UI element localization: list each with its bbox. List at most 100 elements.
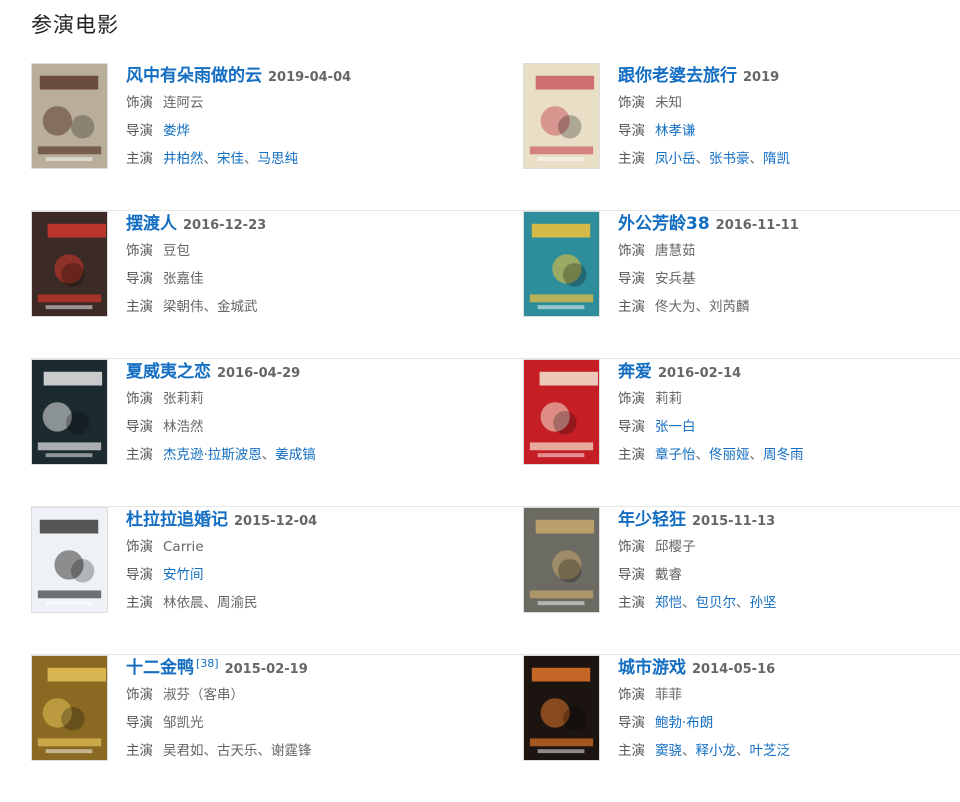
separator: 、 bbox=[695, 299, 710, 315]
role-label: 饰演 bbox=[618, 539, 645, 555]
movie-poster[interactable] bbox=[523, 63, 600, 169]
star-name-link[interactable]: 井柏然 bbox=[163, 151, 204, 167]
movie-title-link[interactable]: 夏威夷之恋 bbox=[126, 362, 211, 382]
star-name-link[interactable]: 张书豪 bbox=[709, 151, 750, 167]
director-label: 导演 bbox=[618, 715, 645, 731]
star-name-link[interactable]: 隋凯 bbox=[763, 151, 790, 167]
movie-title-link[interactable]: 摆渡人 bbox=[126, 214, 177, 234]
star-name: 梁朝伟 bbox=[163, 299, 204, 315]
role-label: 饰演 bbox=[126, 687, 153, 703]
role-value: 邱樱子 bbox=[655, 539, 696, 555]
stars-line: 主演 吴君如、古天乐、谢霆锋 bbox=[126, 737, 466, 765]
movie-title-link[interactable]: 奔爱 bbox=[618, 362, 652, 382]
movie-title-link[interactable]: 跟你老婆去旅行 bbox=[618, 66, 737, 86]
star-name-link[interactable]: 马思纯 bbox=[258, 151, 299, 167]
movie-item: 跟你老婆去旅行 2019 饰演 未知 导演 林孝谦 主演 凤小岳、张书豪、隋凯 bbox=[523, 63, 960, 173]
director-name-link[interactable]: 张一白 bbox=[655, 419, 696, 435]
movie-row: 十二金鸭 [38] 2015-02-19 饰演 淑芬（客串） 导演 邹凯光 主演 吴君如、古天乐… bbox=[31, 655, 960, 802]
director-line: 导演 邹凯光 bbox=[126, 709, 466, 737]
star-name-link[interactable]: 凤小岳 bbox=[655, 151, 696, 167]
movie-title-line: 城市游戏 2014-05-16 bbox=[618, 655, 958, 681]
stars-line: 主演 梁朝伟、金城武 bbox=[126, 293, 466, 321]
director-line: 导演 戴睿 bbox=[618, 561, 958, 589]
stars-label: 主演 bbox=[618, 595, 645, 611]
movie-title-link[interactable]: 外公芳龄38 bbox=[618, 214, 710, 234]
star-name-link[interactable]: 叶芝泛 bbox=[750, 743, 791, 759]
role-label: 饰演 bbox=[126, 95, 153, 111]
movie-poster[interactable] bbox=[523, 359, 600, 465]
citation-link[interactable]: [38] bbox=[196, 657, 219, 670]
stars-label: 主演 bbox=[618, 447, 645, 463]
movie-title-line: 夏威夷之恋 2016-04-29 bbox=[126, 359, 466, 385]
separator: 、 bbox=[682, 743, 696, 759]
role-line: 饰演 豆包 bbox=[126, 237, 466, 265]
director-name-link[interactable]: 安竹间 bbox=[163, 567, 204, 583]
movie-title-line: 跟你老婆去旅行 2019 bbox=[618, 63, 958, 89]
movie-info: 风中有朵雨做的云 2019-04-04 饰演 连阿云 导演 娄烨 主演 井柏然、宋佳、马思纯 bbox=[126, 63, 466, 173]
director-name-link[interactable]: 娄烨 bbox=[163, 123, 190, 139]
poster-image bbox=[32, 360, 107, 464]
role-line: 饰演 未知 bbox=[618, 89, 958, 117]
director-line: 导演 张嘉佳 bbox=[126, 265, 466, 293]
movie-title-link[interactable]: 风中有朵雨做的云 bbox=[126, 66, 262, 86]
star-name-link[interactable]: 宋佳 bbox=[217, 151, 244, 167]
movie-poster[interactable] bbox=[523, 655, 600, 761]
role-value: 豆包 bbox=[163, 243, 190, 259]
star-name-link[interactable]: 郑恺 bbox=[655, 595, 682, 611]
movie-title-line: 摆渡人 2016-12-23 bbox=[126, 211, 466, 237]
movie-title-line: 杜拉拉追婚记 2015-12-04 bbox=[126, 507, 466, 533]
stars-label: 主演 bbox=[618, 299, 645, 315]
role-line: 饰演 Carrie bbox=[126, 533, 466, 561]
movie-title-link[interactable]: 城市游戏 bbox=[618, 658, 686, 678]
movie-title-link[interactable]: 十二金鸭 bbox=[126, 658, 194, 678]
movie-item: 十二金鸭 [38] 2015-02-19 饰演 淑芬（客串） 导演 邹凯光 主演 吴君如、古天乐… bbox=[31, 655, 471, 765]
role-line: 饰演 连阿云 bbox=[126, 89, 466, 117]
role-label: 饰演 bbox=[126, 539, 153, 555]
movie-item: 城市游戏 2014-05-16 饰演 菲菲 导演 鲍勃·布朗 主演 窦骁、释小龙、叶芝泛 bbox=[523, 655, 960, 765]
star-name-link[interactable]: 姜成镐 bbox=[275, 447, 316, 463]
movie-title-line: 外公芳龄38 2016-11-11 bbox=[618, 211, 958, 237]
star-name-link[interactable]: 杰克逊·拉斯波恩 bbox=[163, 447, 262, 463]
star-name-link[interactable]: 窦骁 bbox=[655, 743, 682, 759]
star-name-link[interactable]: 孙坚 bbox=[750, 595, 777, 611]
movie-poster[interactable] bbox=[523, 507, 600, 613]
director-label: 导演 bbox=[618, 123, 645, 139]
separator: 、 bbox=[203, 743, 218, 759]
star-name-link[interactable]: 包贝尔 bbox=[696, 595, 737, 611]
star-name-link[interactable]: 佟丽娅 bbox=[709, 447, 750, 463]
stars-line: 主演 林依晨、周渝民 bbox=[126, 589, 466, 617]
director-label: 导演 bbox=[126, 715, 153, 731]
movie-info: 城市游戏 2014-05-16 饰演 菲菲 导演 鲍勃·布朗 主演 窦骁、释小龙、叶芝泛 bbox=[618, 655, 958, 765]
star-name: 谢霆锋 bbox=[271, 743, 312, 759]
movie-info: 奔爱 2016-02-14 饰演 莉莉 导演 张一白 主演 章子怡、佟丽娅、周冬雨 bbox=[618, 359, 958, 469]
movie-poster[interactable] bbox=[31, 507, 108, 613]
movie-title-line: 年少轻狂 2015-11-13 bbox=[618, 507, 958, 533]
director-name: 林浩然 bbox=[163, 419, 204, 435]
role-line: 饰演 菲菲 bbox=[618, 681, 958, 709]
movie-title-link[interactable]: 杜拉拉追婚记 bbox=[126, 510, 228, 530]
movie-poster[interactable] bbox=[31, 211, 108, 317]
release-date: 2015-12-04 bbox=[234, 514, 318, 529]
director-label: 导演 bbox=[618, 419, 645, 435]
star-name-link[interactable]: 释小龙 bbox=[696, 743, 737, 759]
director-name-link[interactable]: 林孝谦 bbox=[655, 123, 696, 139]
movie-poster[interactable] bbox=[523, 211, 600, 317]
poster-image bbox=[524, 64, 599, 168]
role-value: 菲菲 bbox=[655, 687, 682, 703]
role-line: 饰演 邱樱子 bbox=[618, 533, 958, 561]
director-line: 导演 林浩然 bbox=[126, 413, 466, 441]
movie-item: 年少轻狂 2015-11-13 饰演 邱樱子 导演 戴睿 主演 郑恺、包贝尔、孙坚 bbox=[523, 507, 960, 617]
role-value: 淑芬（客串） bbox=[163, 687, 244, 703]
director-name-link[interactable]: 鲍勃·布朗 bbox=[655, 715, 713, 731]
movie-poster[interactable] bbox=[31, 655, 108, 761]
star-name-link[interactable]: 周冬雨 bbox=[763, 447, 804, 463]
release-date: 2015-11-13 bbox=[692, 514, 776, 529]
movie-title-link[interactable]: 年少轻狂 bbox=[618, 510, 686, 530]
star-name-link[interactable]: 章子怡 bbox=[655, 447, 696, 463]
stars-label: 主演 bbox=[126, 595, 153, 611]
movie-row: 风中有朵雨做的云 2019-04-04 饰演 连阿云 导演 娄烨 主演 井柏然、宋佳、马思纯 … bbox=[31, 63, 960, 211]
movie-poster[interactable] bbox=[31, 359, 108, 465]
movie-poster[interactable] bbox=[31, 63, 108, 169]
star-name: 林依晨 bbox=[163, 595, 204, 611]
role-line: 饰演 淑芬（客串） bbox=[126, 681, 466, 709]
